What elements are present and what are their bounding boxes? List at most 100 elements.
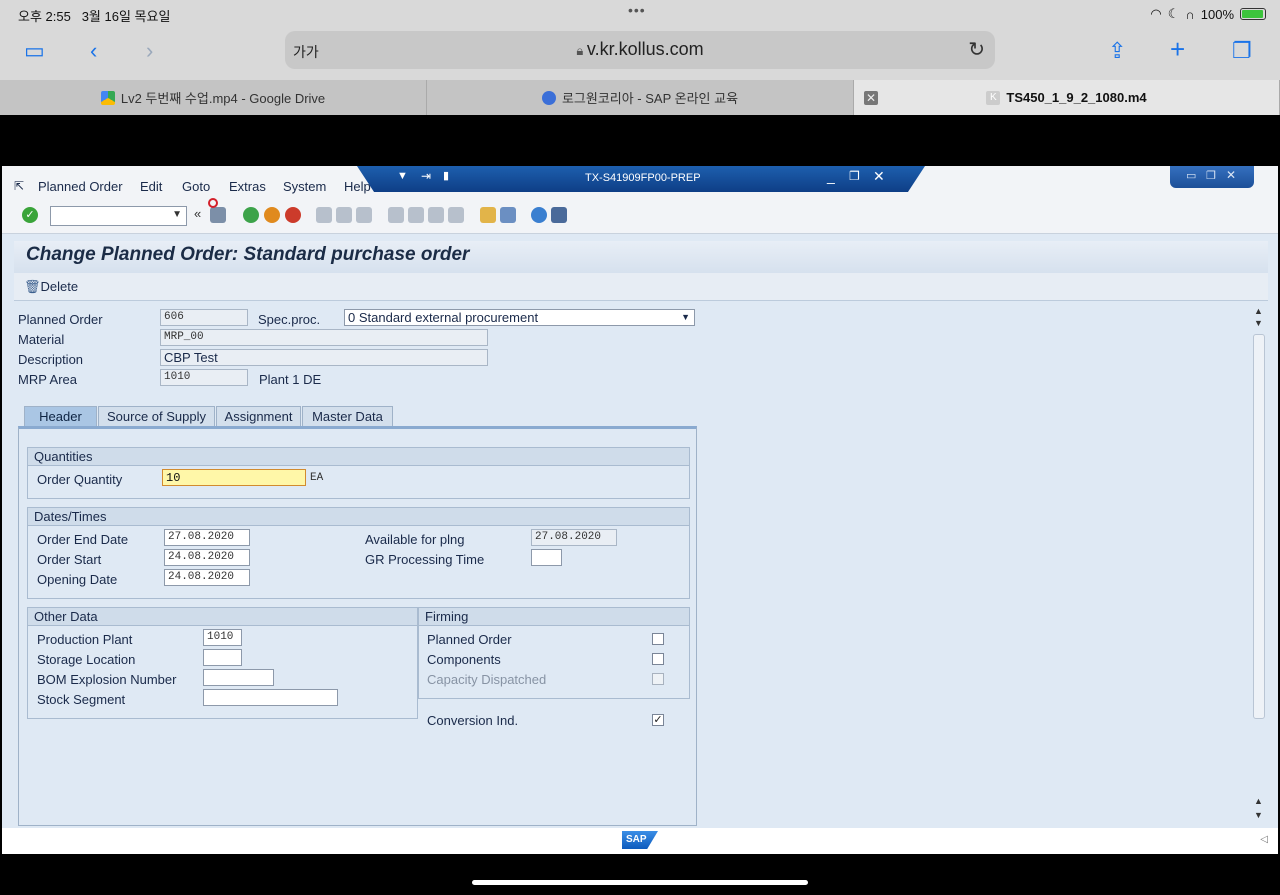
tab-master-data[interactable]: Master Data (302, 406, 393, 426)
print-icon[interactable] (316, 207, 332, 223)
pin-icon[interactable]: ⇥ (421, 169, 431, 183)
components-label: Components (427, 652, 501, 667)
lock-icon: 🔒︎ (576, 43, 587, 58)
bom-explosion-input[interactable] (203, 669, 274, 686)
tab-content: Quantities Order Quantity 10 EA Dates/Ti… (18, 426, 697, 826)
collapse-icon[interactable]: « (194, 206, 201, 221)
sap-system-toolbar: ✓ ▼ « (2, 198, 1278, 234)
previous-page-icon[interactable] (408, 207, 424, 223)
menu-goto[interactable]: Goto (182, 179, 210, 194)
scroll-up-icon[interactable]: ▲ (1254, 306, 1263, 316)
sidebar-icon[interactable]: ▭ (24, 38, 45, 64)
tab-source-of-supply[interactable]: Source of Supply (98, 406, 215, 426)
url-text[interactable]: 🔒︎ v.kr.kollus.com (285, 39, 995, 60)
tab-sap-education[interactable]: 로그원코리아 - SAP 온라인 교육 (427, 80, 854, 115)
mrp-area-text: Plant 1 DE (259, 372, 322, 387)
close-tab-icon[interactable]: ✕ (864, 90, 878, 105)
multitasking-dots-icon[interactable]: ••• (628, 2, 646, 18)
vertical-scrollbar[interactable]: ▲ ▼ ▲ ▼ (1252, 306, 1266, 826)
order-end-date-input[interactable]: 27.08.2020 (164, 529, 250, 546)
menu-edit[interactable]: Edit (140, 179, 162, 194)
shortcut-icon[interactable] (500, 207, 516, 223)
customize-layout-icon[interactable] (551, 207, 567, 223)
conversion-ind-checkbox[interactable]: ✓ (652, 714, 664, 726)
status-time: 오후 2:55 3월 16일 목요일 (18, 9, 171, 24)
quantities-group: Quantities Order Quantity 10 EA (27, 447, 690, 499)
find-next-icon[interactable] (356, 207, 372, 223)
menu-planned-order[interactable]: Planned Order (38, 179, 123, 194)
stock-segment-label: Stock Segment (37, 692, 126, 707)
material-label: Material (18, 332, 65, 347)
firming-title: Firming (419, 608, 689, 626)
bom-explosion-label: BOM Explosion Number (37, 672, 177, 687)
scroll-page-down-icon[interactable]: ▼ (1254, 318, 1263, 328)
description-field: CBP Test (160, 349, 488, 366)
tab-header[interactable]: Header (24, 406, 97, 426)
command-dropdown-icon[interactable]: ▼ (172, 209, 182, 220)
save-icon[interactable] (210, 207, 226, 223)
touch-indicator (208, 198, 218, 208)
command-field[interactable]: ▼ (50, 206, 187, 226)
status-bar: 오후 2:55 3월 16일 목요일 ••• ◠ ☾ ∩ 100% (0, 0, 1280, 28)
first-page-icon[interactable] (388, 207, 404, 223)
browser-tabs: Lv2 두번째 수업.mp4 - Google Drive 로그원코리아 - S… (0, 80, 1280, 115)
spec-proc-select[interactable]: 0 Standard external procurement ▼ (344, 309, 695, 326)
restore-icon[interactable]: ❐ (849, 169, 860, 183)
scroll-thumb[interactable] (1253, 334, 1265, 719)
menu-help[interactable]: Help (344, 179, 371, 194)
other-data-title: Other Data (28, 608, 417, 626)
order-quantity-input[interactable]: 10 (162, 469, 306, 486)
share-icon[interactable]: ⇪ (1108, 38, 1126, 64)
production-plant-input[interactable]: 1010 (203, 629, 242, 646)
order-start-label: Order Start (37, 552, 102, 567)
tab-video-file[interactable]: ✕ K TS450_1_9_2_1080.m4 (854, 80, 1280, 115)
scroll-down-icon[interactable]: ▼ (1254, 810, 1263, 820)
tab-google-drive[interactable]: Lv2 두번째 수업.mp4 - Google Drive (0, 80, 427, 115)
menu-extras[interactable]: Extras (229, 179, 266, 194)
exit-icon[interactable] (264, 207, 280, 223)
new-session-icon[interactable] (480, 207, 496, 223)
stock-segment-input[interactable] (203, 689, 338, 706)
back-icon[interactable]: ‹ (90, 38, 97, 64)
google-drive-icon (100, 90, 115, 105)
help-icon[interactable] (531, 207, 547, 223)
capacity-dispatched-checkbox (652, 673, 664, 685)
order-start-input[interactable]: 24.08.2020 (164, 549, 250, 566)
storage-location-input[interactable] (203, 649, 242, 666)
gr-processing-time-input[interactable] (531, 549, 562, 566)
window-controls: ▭ ❐ ✕ (1170, 166, 1254, 188)
other-data-group: Other Data Production Plant 1010 Storage… (27, 607, 418, 719)
close-icon[interactable]: ✕ (873, 168, 885, 185)
opening-date-input[interactable]: 24.08.2020 (164, 569, 250, 586)
back-icon[interactable] (243, 207, 259, 223)
minimize-icon[interactable]: _ (827, 168, 835, 184)
scroll-page-up-icon[interactable]: ▲ (1254, 796, 1263, 806)
reload-icon[interactable]: ↻ (968, 37, 985, 62)
menu-exit-icon[interactable]: ⇱ (14, 179, 24, 193)
tabs-overview-icon[interactable]: ❐ (1232, 38, 1252, 64)
cancel-icon[interactable] (285, 207, 301, 223)
battery-percent: 100% (1200, 6, 1234, 22)
tab-assignment[interactable]: Assignment (216, 406, 301, 426)
tabstrip: Header Source of Supply Assignment Maste… (18, 406, 696, 427)
enter-icon[interactable]: ✓ (22, 207, 38, 223)
next-page-icon[interactable] (428, 207, 444, 223)
win-maximize-icon[interactable]: ❐ (1206, 169, 1216, 182)
last-page-icon[interactable] (448, 207, 464, 223)
win-close-icon[interactable]: ✕ (1226, 168, 1236, 182)
quantities-title: Quantities (28, 448, 689, 466)
forward-icon[interactable]: › (146, 38, 153, 64)
components-checkbox[interactable] (652, 653, 664, 665)
status-toggle-icon[interactable]: ◁ (1260, 834, 1268, 845)
firming-planned-order-checkbox[interactable] (652, 633, 664, 645)
status-indicators: ◠ ☾ ∩ 100% (1150, 6, 1266, 22)
win-minimize-icon[interactable]: ▭ (1186, 169, 1196, 182)
dropdown-icon[interactable]: ▼ (397, 170, 408, 182)
find-icon[interactable] (336, 207, 352, 223)
menu-system[interactable]: System (283, 179, 326, 194)
signal-icon: ▮ (443, 170, 450, 182)
new-tab-icon[interactable]: + (1170, 34, 1185, 65)
spec-proc-dropdown-icon[interactable]: ▼ (681, 312, 690, 322)
delete-button[interactable]: 🗑︎Delete (24, 279, 78, 295)
address-bar[interactable]: 가가 🔒︎ v.kr.kollus.com ↻ (285, 31, 995, 69)
